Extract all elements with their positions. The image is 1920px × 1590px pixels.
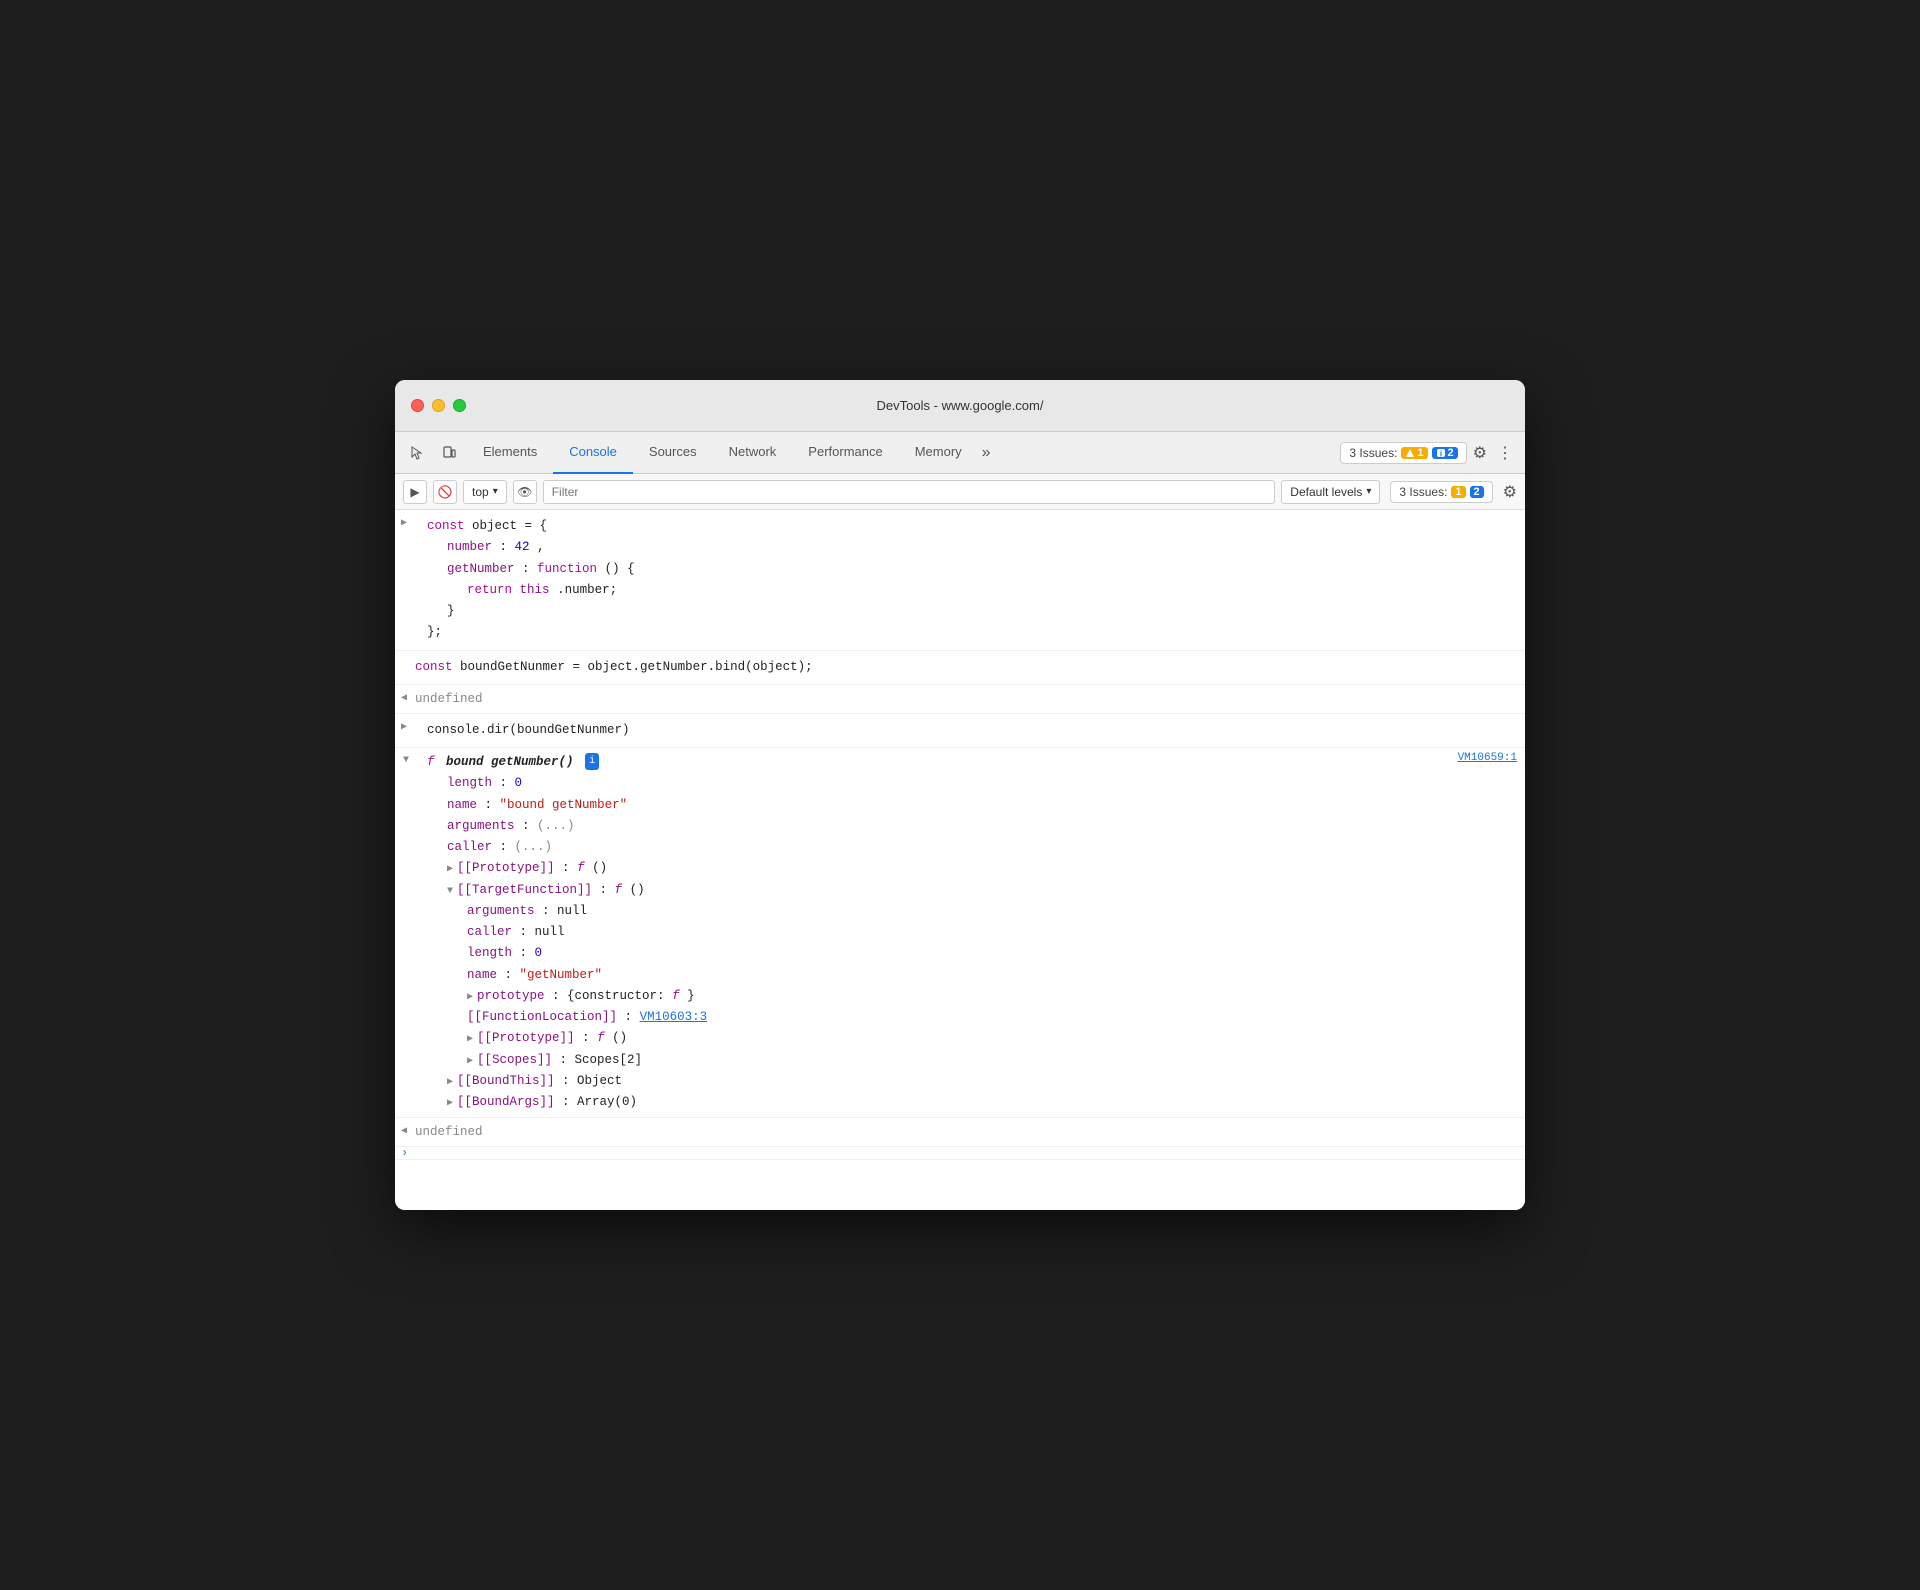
more-options-button[interactable]: ⋮ bbox=[1493, 439, 1517, 467]
levels-label: Default levels bbox=[1290, 485, 1362, 499]
info-icon: i bbox=[1436, 448, 1446, 458]
warn-badge: 1 bbox=[1401, 447, 1427, 459]
minimize-button[interactable] bbox=[432, 399, 445, 412]
nav-tabs: Elements Console Sources Network Perform… bbox=[467, 432, 1336, 474]
context-label: top bbox=[472, 485, 489, 499]
tab-network[interactable]: Network bbox=[713, 432, 793, 474]
console-toolbar: ▶ 🚫 top ▾ 👁 Default levels ▾ 3 Issues: 1… bbox=[395, 474, 1525, 510]
context-dropdown[interactable]: top ▾ bbox=[463, 480, 507, 504]
chevron-down-icon: ▾ bbox=[493, 486, 498, 497]
titlebar: DevTools - www.google.com/ bbox=[395, 380, 1525, 432]
result-entry-1: ◀ undefined bbox=[395, 685, 1525, 714]
execute-script-button[interactable]: ▶ bbox=[403, 480, 427, 504]
window-title: DevTools - www.google.com/ bbox=[877, 398, 1044, 413]
tab-elements[interactable]: Elements bbox=[467, 432, 553, 474]
info-badge-2: 2 bbox=[1470, 486, 1484, 498]
warning-icon bbox=[1405, 448, 1415, 458]
result-arrow-2: ◀ bbox=[401, 1124, 407, 1140]
prompt-symbol: › bbox=[401, 1146, 408, 1160]
inspect-element-button[interactable] bbox=[403, 439, 431, 467]
result-arrow-1: ◀ bbox=[401, 691, 407, 707]
traffic-lights bbox=[411, 399, 466, 412]
device-icon bbox=[441, 445, 457, 461]
issues-label: 3 Issues: bbox=[1349, 446, 1397, 460]
tab-performance[interactable]: Performance bbox=[792, 432, 898, 474]
obj-root: ▼ f bound getNumber() i length : 0 name … bbox=[415, 752, 1517, 1113]
result-entry-2: ◀ undefined bbox=[395, 1118, 1525, 1147]
scopes-toggle[interactable]: ▶ bbox=[467, 1053, 473, 1070]
issues-badge[interactable]: 3 Issues: 1 i2 bbox=[1340, 442, 1466, 464]
prototype2-toggle[interactable]: ▶ bbox=[467, 989, 473, 1006]
tab-console[interactable]: Console bbox=[553, 432, 633, 474]
object-inspection: VM10659:1 ▼ f bound getNumber() i length… bbox=[395, 748, 1525, 1118]
issues-label-2: 3 Issues: bbox=[1399, 485, 1447, 499]
boundargs-toggle[interactable]: ▶ bbox=[447, 1095, 453, 1112]
clear-console-button[interactable]: 🚫 bbox=[433, 480, 457, 504]
maximize-button[interactable] bbox=[453, 399, 466, 412]
log-levels-dropdown[interactable]: Default levels ▾ bbox=[1281, 480, 1380, 504]
issues-badge-2[interactable]: 3 Issues: 1 2 bbox=[1390, 481, 1492, 503]
collapse-toggle-main[interactable]: ▼ bbox=[403, 755, 409, 766]
warn-badge-2: 1 bbox=[1451, 486, 1465, 498]
devtools-window: DevTools - www.google.com/ Elements Cons… bbox=[395, 380, 1525, 1210]
expand-toggle-1[interactable]: ▶ bbox=[401, 517, 407, 529]
code-entry-3: ▶ console.dir(boundGetNunmer) bbox=[395, 714, 1525, 748]
prototype-toggle[interactable]: ▶ bbox=[447, 861, 453, 878]
info-icon-badge: i bbox=[585, 753, 599, 770]
boundthis-toggle[interactable]: ▶ bbox=[447, 1074, 453, 1091]
proto2-toggle[interactable]: ▶ bbox=[467, 1031, 473, 1048]
code-entry-1: ▶ const object = { number : 42 , getNumb… bbox=[395, 510, 1525, 651]
eye-button[interactable]: 👁 bbox=[513, 480, 537, 504]
cursor-icon bbox=[409, 445, 425, 461]
tab-sources[interactable]: Sources bbox=[633, 432, 713, 474]
more-tabs-button[interactable]: » bbox=[978, 440, 995, 466]
expand-toggle-3[interactable]: ▶ bbox=[401, 721, 407, 733]
filter-input[interactable] bbox=[543, 480, 1276, 504]
main-toolbar: Elements Console Sources Network Perform… bbox=[395, 432, 1525, 474]
svg-text:i: i bbox=[1439, 449, 1441, 458]
tab-memory[interactable]: Memory bbox=[899, 432, 978, 474]
info-badge: i2 bbox=[1432, 447, 1458, 459]
close-button[interactable] bbox=[411, 399, 424, 412]
device-toolbar-button[interactable] bbox=[435, 439, 463, 467]
console-output: ▶ const object = { number : 42 , getNumb… bbox=[395, 510, 1525, 1210]
function-location-link[interactable]: VM10603:3 bbox=[640, 1010, 708, 1024]
targetfunction-toggle[interactable]: ▼ bbox=[447, 883, 453, 900]
toolbar-right: 3 Issues: 1 i2 ⚙ ⋮ bbox=[1340, 439, 1517, 467]
console-prompt[interactable]: › bbox=[395, 1147, 1525, 1160]
settings-button[interactable]: ⚙ bbox=[1473, 443, 1487, 463]
chevron-down-icon-2: ▾ bbox=[1366, 486, 1371, 497]
console-settings-button[interactable]: ⚙ bbox=[1503, 482, 1517, 502]
code-entry-2: const boundGetNunmer = object.getNumber.… bbox=[395, 651, 1525, 685]
